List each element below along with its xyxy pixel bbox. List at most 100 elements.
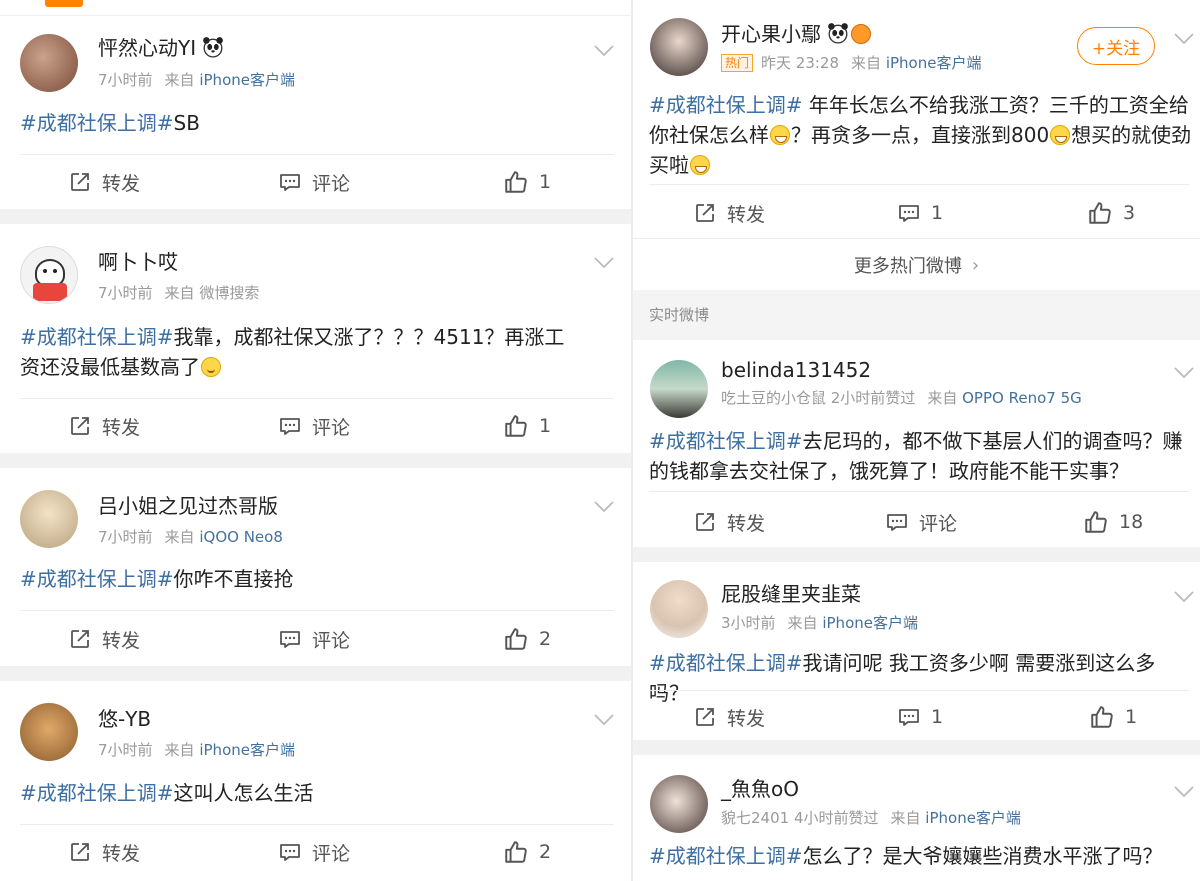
post-separator xyxy=(0,666,631,681)
hashtag-link[interactable]: #成都社保上调# xyxy=(20,325,174,349)
post-separator xyxy=(0,453,631,468)
post-card: belinda131452 吃土豆的小仓鼠 2小时前赞过 来自 OPPO Reno… xyxy=(633,340,1200,547)
avatar[interactable] xyxy=(650,360,708,418)
avatar[interactable] xyxy=(20,703,78,761)
comment-button[interactable]: 评论 xyxy=(278,168,350,196)
divider xyxy=(20,398,614,399)
forward-button[interactable]: 转发 xyxy=(68,838,140,866)
thumbs-up-icon xyxy=(503,839,529,865)
avatar[interactable] xyxy=(20,490,78,548)
forward-button[interactable]: 转发 xyxy=(693,199,765,227)
post-source[interactable]: iPhone客户端 xyxy=(925,809,1021,827)
avatar[interactable] xyxy=(650,775,708,833)
grin-emoji-icon xyxy=(770,125,790,145)
forward-button[interactable]: 转发 xyxy=(68,412,140,440)
hashtag-link[interactable]: #成都社保上调# xyxy=(20,111,174,135)
post-source[interactable]: iPhone客户端 xyxy=(822,614,918,632)
chevron-down-icon[interactable] xyxy=(593,713,615,727)
chevron-down-icon[interactable] xyxy=(1173,366,1195,380)
like-button[interactable]: 1 xyxy=(503,412,551,440)
comment-button[interactable]: 评论 xyxy=(278,625,350,653)
like-button[interactable]: 1 xyxy=(503,168,551,196)
avatar[interactable] xyxy=(650,580,708,638)
comment-icon xyxy=(278,170,302,194)
like-button[interactable]: 2 xyxy=(503,625,551,653)
hashtag-link[interactable]: #成都社保上调# xyxy=(649,93,803,117)
hashtag-link[interactable]: #成都社保上调# xyxy=(20,781,174,805)
post-source[interactable]: iPhone客户端 xyxy=(199,741,295,759)
post-text: #成都社保上调#这叫人怎么生活 xyxy=(20,781,314,805)
like-button[interactable]: 18 xyxy=(1083,508,1143,536)
avatar[interactable] xyxy=(20,246,78,304)
hashtag-link[interactable]: #成都社保上调# xyxy=(649,651,803,675)
chevron-down-icon[interactable] xyxy=(1173,590,1195,604)
user-name[interactable]: _魚魚oO xyxy=(721,777,799,801)
like-button[interactable]: 3 xyxy=(1087,199,1135,227)
grin-emoji-icon xyxy=(690,155,710,175)
post-text: #成都社保上调#我请问呢 我工资多少啊 需要涨到这么多吗？ xyxy=(649,651,1156,705)
post-card: 悠-YB 7小时前 来自 iPhone客户端 #成都社保上调#这叫人怎么生活 转发… xyxy=(0,681,631,881)
post-source[interactable]: iPhone客户端 xyxy=(199,71,295,89)
user-name[interactable]: belinda131452 xyxy=(721,358,871,382)
chevron-down-icon[interactable] xyxy=(1173,32,1195,46)
post-text: #成都社保上调#你咋不直接抢 xyxy=(20,567,294,591)
comment-button[interactable]: 评论 xyxy=(278,838,350,866)
smile-emoji-icon xyxy=(201,357,221,377)
post-separator xyxy=(0,209,631,224)
realtime-section-header: 实时微博 xyxy=(633,290,1200,340)
post-separator xyxy=(633,547,1200,562)
divider xyxy=(649,491,1189,492)
thumbs-up-icon xyxy=(1083,509,1109,535)
like-button[interactable]: 1 xyxy=(1089,703,1137,731)
forward-button[interactable]: 转发 xyxy=(693,508,765,536)
like-button[interactable]: 2 xyxy=(503,838,551,866)
divider xyxy=(649,184,1189,185)
comment-button[interactable]: 1 xyxy=(897,703,943,731)
comment-button[interactable]: 评论 xyxy=(885,508,957,536)
forward-button[interactable]: 转发 xyxy=(68,625,140,653)
forward-icon xyxy=(68,840,92,864)
user-name[interactable]: 吕小姐之见过杰哥版 xyxy=(98,494,278,518)
post-text: #成都社保上调#我靠，成都社保又涨了？？？4511？再涨工 资还没最低基数高了 xyxy=(20,325,565,379)
thumbs-up-icon xyxy=(503,413,529,439)
post-separator xyxy=(633,740,1200,755)
chevron-down-icon[interactable] xyxy=(1173,785,1195,799)
comment-button[interactable]: 评论 xyxy=(278,412,350,440)
user-name[interactable]: 开心果小鄢 xyxy=(721,22,872,46)
hashtag-link[interactable]: #成都社保上调# xyxy=(20,567,174,591)
post-card: 屁股缝里夹韭菜 3小时前 来自 iPhone客户端 #成都社保上调#我请问呢 我工… xyxy=(633,562,1200,740)
divider xyxy=(20,154,614,155)
post-meta: 7小时前 来自 iQOO Neo8 xyxy=(98,528,283,546)
post-text: #成都社保上调#怎么了？是大爷孃孃些消费水平涨了吗？ xyxy=(649,844,1163,868)
post-text: #成都社保上调#SB xyxy=(20,111,200,135)
chevron-down-icon[interactable] xyxy=(593,256,615,270)
post-card-hot: 开心果小鄢 热门 昨天 23:28 来自 iPhone客户端 +关注 #成都社保上调… xyxy=(633,0,1200,240)
follow-button[interactable]: +关注 xyxy=(1077,27,1155,65)
user-name[interactable]: 怦然心动YI xyxy=(98,36,224,60)
avatar[interactable] xyxy=(20,34,78,92)
hot-badge: 热门 xyxy=(721,54,754,72)
post-card: _魚魚oO 貌七2401 4小时前赞过 来自 iPhone客户端 #成都社保上调#… xyxy=(633,755,1200,881)
forward-button[interactable]: 转发 xyxy=(693,703,765,731)
panda-icon xyxy=(202,36,224,58)
post-source[interactable]: iPhone客户端 xyxy=(886,54,982,72)
forward-icon xyxy=(693,201,717,225)
comment-icon xyxy=(278,627,302,651)
comment-button[interactable]: 1 xyxy=(897,199,943,227)
post-source[interactable]: iQOO Neo8 xyxy=(199,528,283,546)
post-source[interactable]: OPPO Reno7 5G xyxy=(962,389,1082,407)
user-name[interactable]: 悠-YB xyxy=(98,707,151,731)
user-name[interactable]: 啊卜卜哎 xyxy=(98,250,178,274)
hashtag-link[interactable]: #成都社保上调# xyxy=(649,844,803,868)
more-hot-posts-link[interactable]: 更多热门微博 › xyxy=(633,240,1200,290)
avatar[interactable] xyxy=(650,18,708,76)
fish-icon xyxy=(851,24,872,44)
hashtag-link[interactable]: #成都社保上调# xyxy=(649,429,803,453)
post-source[interactable]: 微博搜索 xyxy=(199,284,259,302)
forward-icon xyxy=(68,414,92,438)
user-name[interactable]: 屁股缝里夹韭菜 xyxy=(721,582,861,606)
chevron-down-icon[interactable] xyxy=(593,500,615,514)
chevron-down-icon[interactable] xyxy=(593,44,615,58)
forward-button[interactable]: 转发 xyxy=(68,168,140,196)
thumbs-up-icon xyxy=(503,169,529,195)
